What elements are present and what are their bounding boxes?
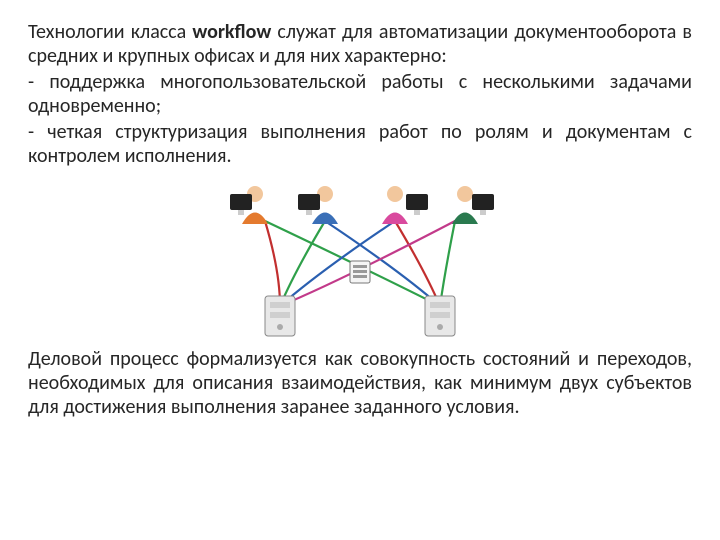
arrow-red-1 xyxy=(265,221,280,306)
person-2-icon xyxy=(298,186,338,224)
center-node-icon xyxy=(350,261,370,283)
p1-pre: Технологии класса xyxy=(28,20,192,44)
arrow-blue-1 xyxy=(325,221,440,306)
person-1-icon xyxy=(230,186,268,224)
arrow-blue-2 xyxy=(280,221,395,306)
bullet-2: - четкая структуризация выполнения работ… xyxy=(28,120,692,168)
person-4-icon xyxy=(452,186,494,224)
arrow-red-2 xyxy=(395,221,440,306)
arrow-green-2 xyxy=(280,221,325,306)
bullet-1: - поддержка многопользовательской работы… xyxy=(28,70,692,118)
person-3-icon xyxy=(382,186,428,224)
server-right-icon xyxy=(425,296,455,336)
server-left-icon xyxy=(265,296,295,336)
paragraph-conclusion: Деловой процесс формализуется как совоку… xyxy=(28,347,692,419)
paragraph-intro: Технологии класса workflow служат для ав… xyxy=(28,20,692,68)
p1-bold: workflow xyxy=(192,20,271,44)
diagram-container xyxy=(28,176,692,341)
arrow-green-3 xyxy=(440,221,455,306)
workflow-diagram xyxy=(210,176,510,341)
